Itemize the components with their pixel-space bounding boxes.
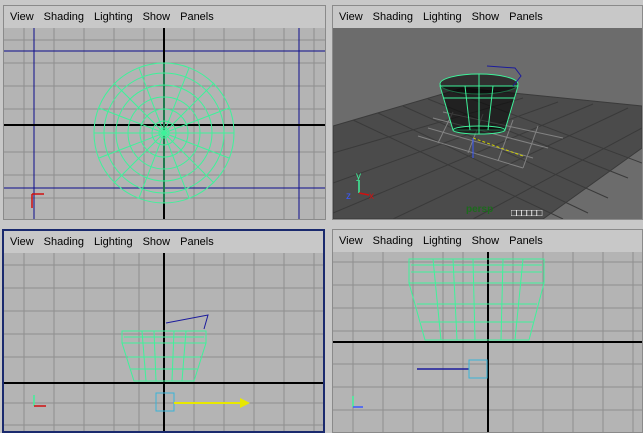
menu-lighting[interactable]: Lighting [423, 235, 462, 247]
viewport-canvas-persp[interactable]: y z x persp □□□□□□ [333, 28, 642, 219]
menu-view[interactable]: View [10, 11, 34, 23]
menu-view[interactable]: View [339, 235, 363, 247]
menu-shading[interactable]: Shading [44, 236, 84, 248]
menu-shading[interactable]: Shading [373, 11, 413, 23]
viewport-top[interactable]: View Shading Lighting Show Panels [3, 5, 326, 220]
front-view-scene [4, 253, 323, 431]
y-axis-icon: y [356, 171, 361, 182]
menu-shading[interactable]: Shading [44, 11, 84, 23]
menu-panels[interactable]: Panels [180, 11, 214, 23]
viewport-persp[interactable]: View Shading Lighting Show Panels y z x … [332, 5, 643, 220]
viewport-front[interactable]: View Shading Lighting Show Panels [2, 229, 325, 433]
viewport-menubar: View Shading Lighting Show Panels [333, 6, 642, 28]
side-view-scene [333, 252, 642, 432]
sphere-wireframe [93, 62, 235, 204]
viewport-menubar: View Shading Lighting Show Panels [333, 230, 642, 252]
menu-lighting[interactable]: Lighting [94, 236, 133, 248]
viewport-canvas-front[interactable] [4, 253, 323, 431]
viewport-side[interactable]: View Shading Lighting Show Panels [332, 229, 643, 433]
menu-view[interactable]: View [10, 236, 34, 248]
menu-show[interactable]: Show [143, 236, 171, 248]
persp-view-scene: y z x [333, 28, 642, 219]
z-axis-icon: z [346, 191, 351, 202]
top-view-scene [4, 28, 325, 219]
menu-show[interactable]: Show [143, 11, 171, 23]
menu-show[interactable]: Show [472, 11, 500, 23]
menu-lighting[interactable]: Lighting [423, 11, 462, 23]
x-axis-icon: x [369, 191, 374, 202]
menu-panels[interactable]: Panels [180, 236, 214, 248]
menu-panels[interactable]: Panels [509, 235, 543, 247]
menu-view[interactable]: View [339, 11, 363, 23]
menu-shading[interactable]: Shading [373, 235, 413, 247]
hud-readout: □□□□□□ [511, 208, 542, 219]
viewport-menubar: View Shading Lighting Show Panels [4, 231, 323, 253]
viewport-menubar: View Shading Lighting Show Panels [4, 6, 325, 28]
viewport-canvas-side[interactable] [333, 252, 642, 432]
camera-label: persp [466, 204, 494, 215]
menu-show[interactable]: Show [472, 235, 500, 247]
viewport-canvas-top[interactable] [4, 28, 325, 219]
menu-panels[interactable]: Panels [509, 11, 543, 23]
menu-lighting[interactable]: Lighting [94, 11, 133, 23]
